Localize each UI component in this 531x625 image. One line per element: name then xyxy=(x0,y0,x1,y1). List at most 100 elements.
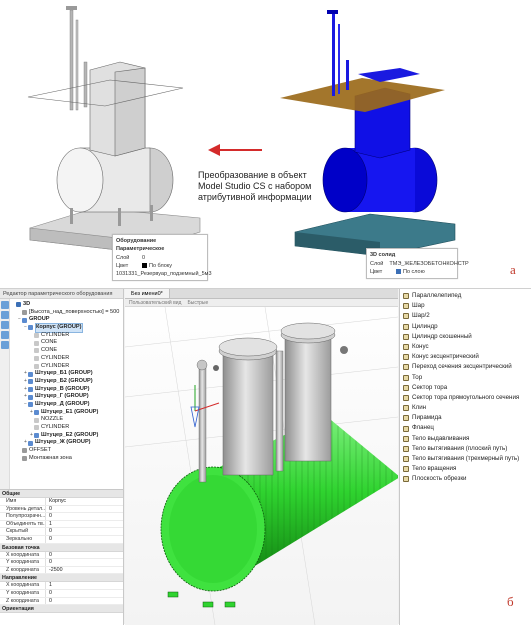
primitive-item[interactable]: Сектор тора прямоугольного сечения xyxy=(400,393,531,403)
tree-node[interactable]: CONE xyxy=(11,347,123,355)
tree-node[interactable]: + Штуцер_Ж (GROUP) xyxy=(11,439,123,447)
view-quick-item[interactable]: Быстрые xyxy=(187,299,208,306)
node-type-icon xyxy=(28,440,33,446)
primitive-item[interactable]: Фланец xyxy=(400,423,531,433)
tree-node-label: CYLINDER xyxy=(41,362,70,369)
tree-node[interactable]: − Корпус (GROUP) xyxy=(11,323,123,333)
figure-a-drawing xyxy=(27,6,456,257)
primitive-label: Тор xyxy=(412,373,423,381)
tree-node-label: OFFSET xyxy=(29,447,52,454)
primitive-item[interactable]: Параллелепипед xyxy=(400,291,531,301)
primitive-item[interactable]: Конус эксцентрический xyxy=(400,352,531,362)
tree-node-label: CONE xyxy=(41,339,58,346)
primitive-item[interactable]: Цилиндр xyxy=(400,322,531,332)
tree-node[interactable]: CYLINDER xyxy=(11,355,123,363)
property-value-field[interactable]: 0 xyxy=(46,559,123,566)
primitive-item[interactable]: Шар xyxy=(400,301,531,311)
property-key: X координата xyxy=(0,582,46,589)
primitive-item[interactable]: Цилиндр скошенный xyxy=(400,332,531,342)
tree-node-label: Штуцер_Д (GROUP) xyxy=(35,400,90,407)
tree-node[interactable]: 3D xyxy=(11,301,123,309)
left-info-title: Оборудование Параметрическое xyxy=(116,238,165,252)
property-row: Y координата 0 xyxy=(0,559,123,567)
property-row: Уровень детал... 0 xyxy=(0,505,123,514)
left-object-info: Оборудование Параметрическое Слой 0 Цвет П… xyxy=(112,234,212,281)
property-value-field[interactable]: 0 xyxy=(46,590,123,597)
property-key: Y координата xyxy=(0,559,46,566)
property-row: Y координата 0 xyxy=(0,589,123,598)
primitive-item[interactable]: Плоскость обрезки xyxy=(400,474,531,484)
tree-node[interactable]: [Высота_над_поверхностью] = 500 xyxy=(11,309,123,317)
primitive-item[interactable]: Тело выдавливания xyxy=(400,434,531,444)
primitive-item[interactable]: Переход сечения эксцентрический xyxy=(400,362,531,372)
property-key: Полупрозрачн... xyxy=(0,513,46,520)
document-tabs: Без имени0* xyxy=(125,289,398,299)
view-mode-item[interactable]: Пользовательский вид xyxy=(129,299,181,306)
tree-node[interactable]: + Штуцер_Б1 (GROUP) xyxy=(11,370,123,378)
left-layer-key: Слой xyxy=(116,255,130,261)
color-swatch xyxy=(142,263,147,269)
tab-document[interactable]: Без имени0* xyxy=(125,289,170,298)
property-value-field[interactable]: -2500 xyxy=(46,567,123,574)
primitive-icon xyxy=(403,394,409,401)
tree-node[interactable]: + Штуцер_В (GROUP) xyxy=(11,386,123,394)
tree-node-label: Штуцер_Е1 (GROUP) xyxy=(41,408,99,415)
property-value-field[interactable]: 1 xyxy=(46,582,123,589)
move-down-button[interactable] xyxy=(1,341,9,349)
primitive-item[interactable]: Сектор тора xyxy=(400,383,531,393)
primitive-item[interactable]: Клин xyxy=(400,403,531,413)
property-value-field[interactable]: 0 xyxy=(46,506,123,513)
tree-node[interactable]: CYLINDER xyxy=(11,332,123,340)
property-section-header[interactable]: Общие xyxy=(0,490,123,498)
property-value-field[interactable]: 0 xyxy=(46,552,123,559)
tree-node[interactable]: + Штуцер_Б2 (GROUP) xyxy=(11,378,123,386)
property-value-field[interactable]: 1 xyxy=(46,521,123,528)
tree-node[interactable]: Монтажная зона xyxy=(11,455,123,463)
property-value-field[interactable]: 0 xyxy=(46,598,123,605)
figure-b-app-window: Редактор параметрического оборудования 3… xyxy=(0,288,531,625)
tree-node[interactable]: NOZZLE xyxy=(11,416,123,424)
property-section-header[interactable]: Базовая точка xyxy=(0,543,123,552)
primitive-item[interactable]: Пирамида xyxy=(400,413,531,423)
primitive-label: Тело вращения xyxy=(412,465,457,473)
primitive-item[interactable]: Конус xyxy=(400,342,531,352)
primitive-item[interactable]: Тор xyxy=(400,373,531,383)
primitive-item[interactable]: Тело вытягивания (плоский путь) xyxy=(400,444,531,454)
property-value-field[interactable]: 0 xyxy=(46,513,123,520)
blue-tank-model xyxy=(280,10,456,257)
tree-node-label: CYLINDER xyxy=(41,424,70,430)
primitive-label: Переход сечения эксцентрический xyxy=(412,363,512,371)
tree-node[interactable]: OFFSET xyxy=(11,447,123,455)
delete-button[interactable] xyxy=(1,321,9,329)
primitive-item[interactable]: Тело вытягивания (трехмерный путь) xyxy=(400,454,531,464)
node-type-icon xyxy=(34,333,39,339)
tree-node-label: 3D xyxy=(23,301,31,307)
move-up-button[interactable] xyxy=(1,331,9,339)
property-value-field[interactable]: Корпус xyxy=(46,498,123,505)
node-type-icon xyxy=(34,363,39,369)
primitive-label: Шар xyxy=(412,302,425,310)
parametric-editor-panel: Редактор параметрического оборудования 3… xyxy=(0,289,124,489)
tree-node[interactable]: CYLINDER xyxy=(11,363,123,371)
tree-node[interactable]: + Штуцер_Е1 (GROUP) xyxy=(11,409,123,417)
property-value-field[interactable]: 0 xyxy=(46,528,123,535)
tree-node-label: NOZZLE xyxy=(41,416,64,423)
add-node-button[interactable] xyxy=(1,301,9,309)
tree-node[interactable]: CYLINDER xyxy=(11,424,123,432)
group-button[interactable] xyxy=(1,311,9,319)
tree-node-label: [Высота_над_поверхностью] = 500 xyxy=(29,308,120,315)
primitive-icon xyxy=(403,333,409,340)
property-section-header[interactable]: Ориентация xyxy=(0,605,123,614)
primitive-label: Параллелепипед xyxy=(412,292,462,299)
3d-viewport[interactable]: Без имени0* Пользовательский вид Быстрые xyxy=(125,289,398,625)
tree-node[interactable]: + Штуцер_Е2 (GROUP) xyxy=(11,432,123,440)
primitive-item[interactable]: Тело вращения xyxy=(400,464,531,474)
property-value-field[interactable]: 0 xyxy=(46,536,123,543)
primitive-item[interactable]: Шар/2 xyxy=(400,311,531,321)
primitive-icon xyxy=(403,344,409,351)
tree-node[interactable]: CONE xyxy=(11,339,123,347)
tree-node[interactable]: + Штуцер_Г (GROUP) xyxy=(11,393,123,401)
primitive-icon xyxy=(403,466,409,473)
property-section-header[interactable]: Направление xyxy=(0,574,123,583)
tree-node[interactable]: − Штуцер_Д (GROUP) xyxy=(11,401,123,409)
